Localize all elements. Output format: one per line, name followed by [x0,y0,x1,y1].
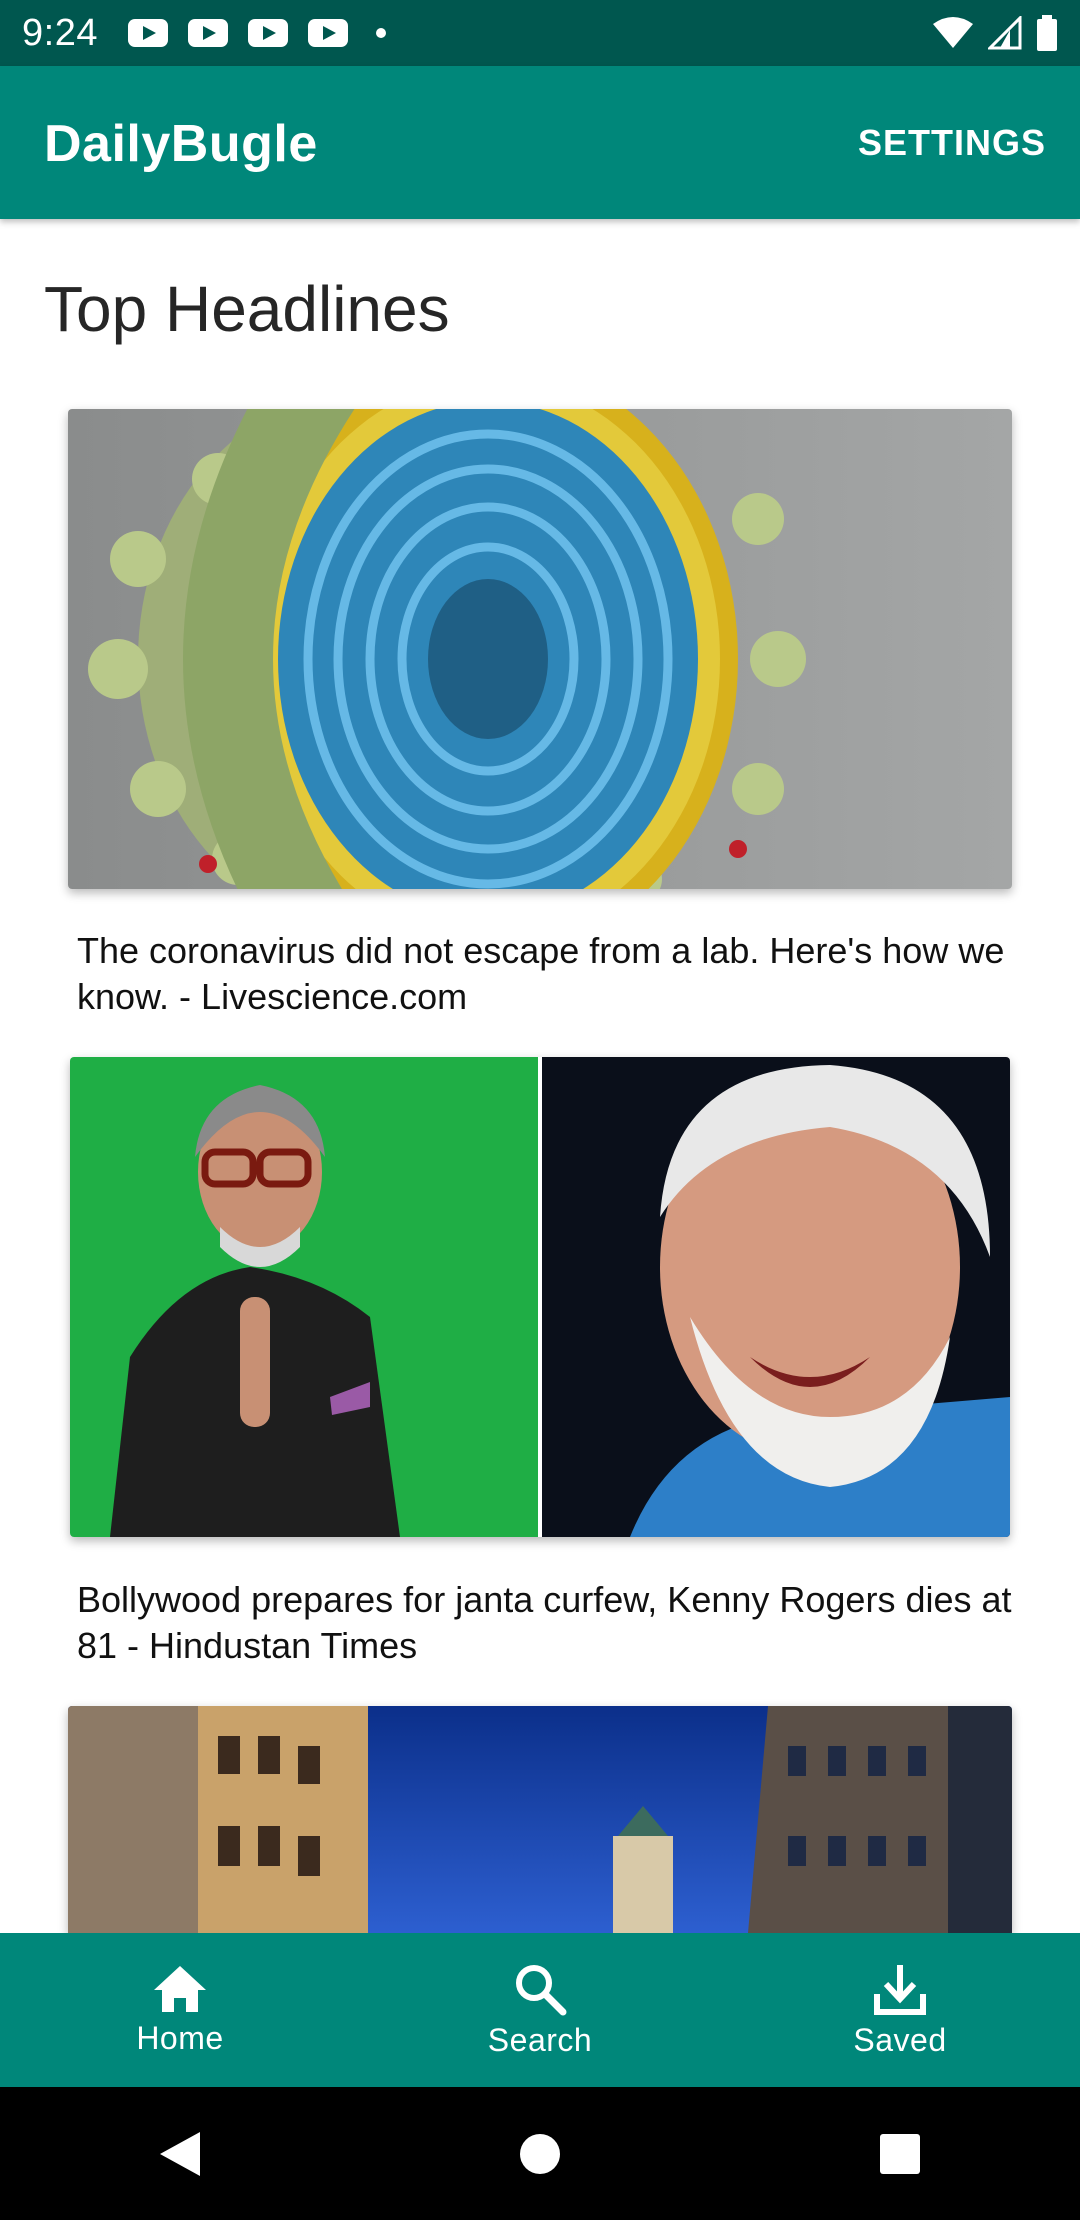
nav-label-saved: Saved [853,2021,947,2058]
home-icon [154,1965,206,2012]
back-button[interactable] [120,2104,240,2204]
battery-icon [1037,15,1057,51]
youtube-icon [247,19,288,47]
youtube-icon [187,19,228,47]
virus-image [68,409,1012,889]
signal-icon [988,16,1022,50]
article-title[interactable]: The coronavirus did not escape from a la… [77,928,1037,1020]
nav-label-search: Search [487,2021,593,2058]
article-image-portraits[interactable] [70,1057,1010,1537]
youtube-icon [127,19,168,47]
status-time: 9:24 [22,11,98,54]
settings-button[interactable]: SETTINGS [858,122,1046,164]
article-image-virus[interactable] [68,409,1012,889]
status-left: 9:24 [22,12,386,55]
back-icon [160,2131,200,2176]
nav-item-saved[interactable]: Saved [720,1933,1080,2087]
bottom-navigation: Home Search Saved [0,1933,1080,2087]
nav-item-home[interactable]: Home [0,1933,360,2087]
home-circle-icon [520,2133,560,2174]
city-building-image [68,1706,1012,1933]
recents-square-icon [880,2133,920,2174]
nav-label-home: Home [136,2019,224,2056]
download-icon [874,1964,926,2015]
page-title: Top Headlines [44,273,450,345]
article-title[interactable]: Bollywood prepares for janta curfew, Ken… [77,1577,1037,1669]
article-image-city[interactable] [68,1706,1012,1933]
app-bar: DailyBugle SETTINGS [0,66,1080,219]
app-title: DailyBugle [44,115,318,173]
youtube-icon [307,19,348,47]
system-navigation-bar [0,2087,1080,2220]
recents-button[interactable] [840,2104,960,2204]
portraits-image [70,1057,1010,1537]
wifi-icon [933,17,973,48]
dot-icon [375,28,386,38]
home-system-button[interactable] [480,2104,600,2204]
search-icon [516,1964,567,2015]
status-bar: 9:24 [0,0,1080,66]
nav-item-search[interactable]: Search [360,1933,720,2087]
status-right [932,15,1058,51]
